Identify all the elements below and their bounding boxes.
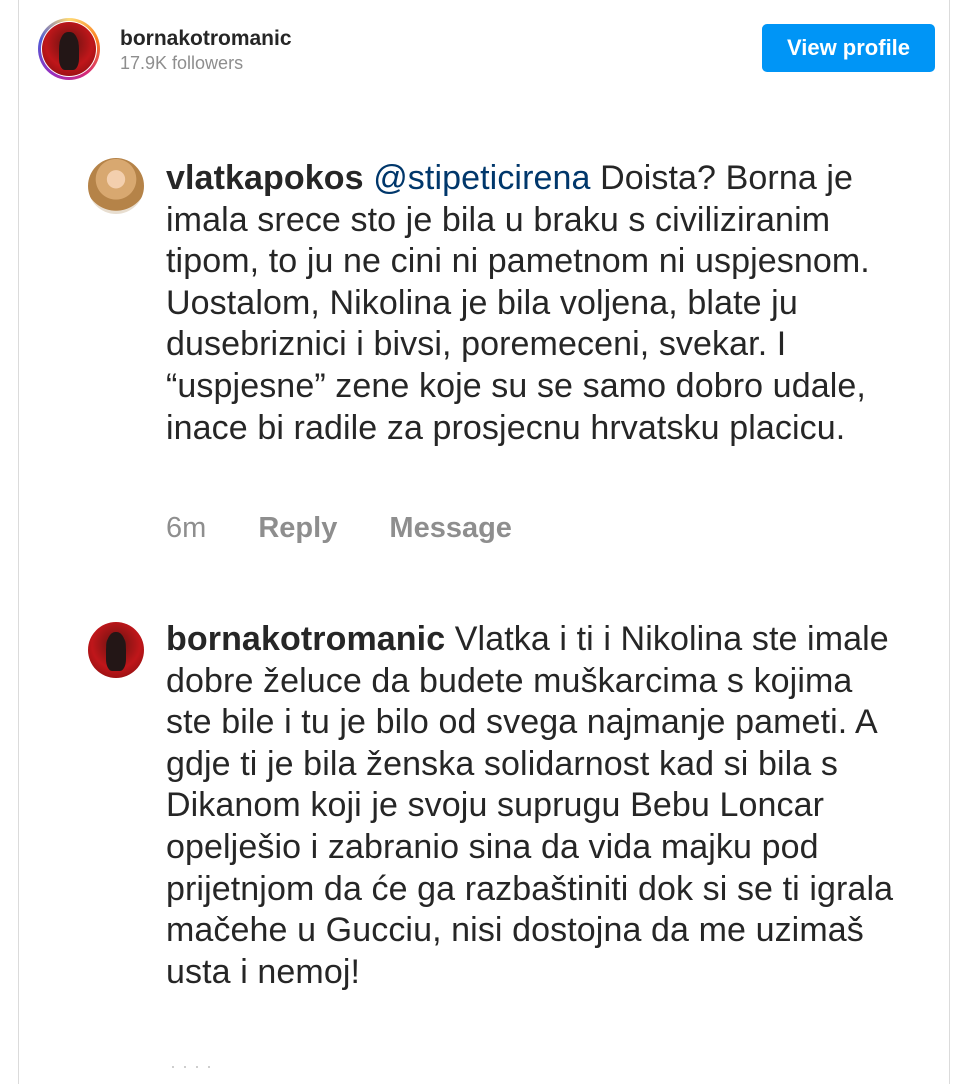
truncated-meta: ···· [170, 1056, 218, 1076]
message-button[interactable]: Message [389, 512, 512, 544]
follower-count: 17.9K followers [120, 53, 244, 73]
comment-actions: 6m Reply Message [166, 512, 556, 545]
avatar-icon [42, 22, 96, 76]
view-profile-button[interactable]: View profile [762, 24, 935, 72]
avatar-icon[interactable] [88, 158, 144, 214]
profile-avatar[interactable] [38, 18, 100, 80]
reply-button[interactable]: Reply [258, 512, 337, 544]
comment-avatar[interactable] [88, 622, 144, 678]
comment-text: Vlatka i ti i Nikolina ste imale dobre ž… [166, 620, 894, 991]
comment-mention[interactable]: @stipeticirena [373, 159, 590, 197]
comment-username[interactable]: vlatkapokos [166, 159, 364, 197]
profile-header: bornakotromanic 17.9K followers View pro… [0, 0, 960, 100]
avatar-icon [88, 622, 144, 678]
comment-time: 6m [166, 512, 207, 544]
profile-username[interactable]: bornakotromanic [120, 27, 292, 51]
comment-body: bornakotromanic Vlatka i ti i Nikolina s… [166, 619, 906, 993]
comment-username[interactable]: bornakotromanic [166, 620, 445, 658]
comment-body: vlatkapokos @stipeticirena Doista? Borna… [166, 158, 906, 449]
comment-text: Doista? Borna je imala srece sto je bila… [166, 159, 870, 447]
